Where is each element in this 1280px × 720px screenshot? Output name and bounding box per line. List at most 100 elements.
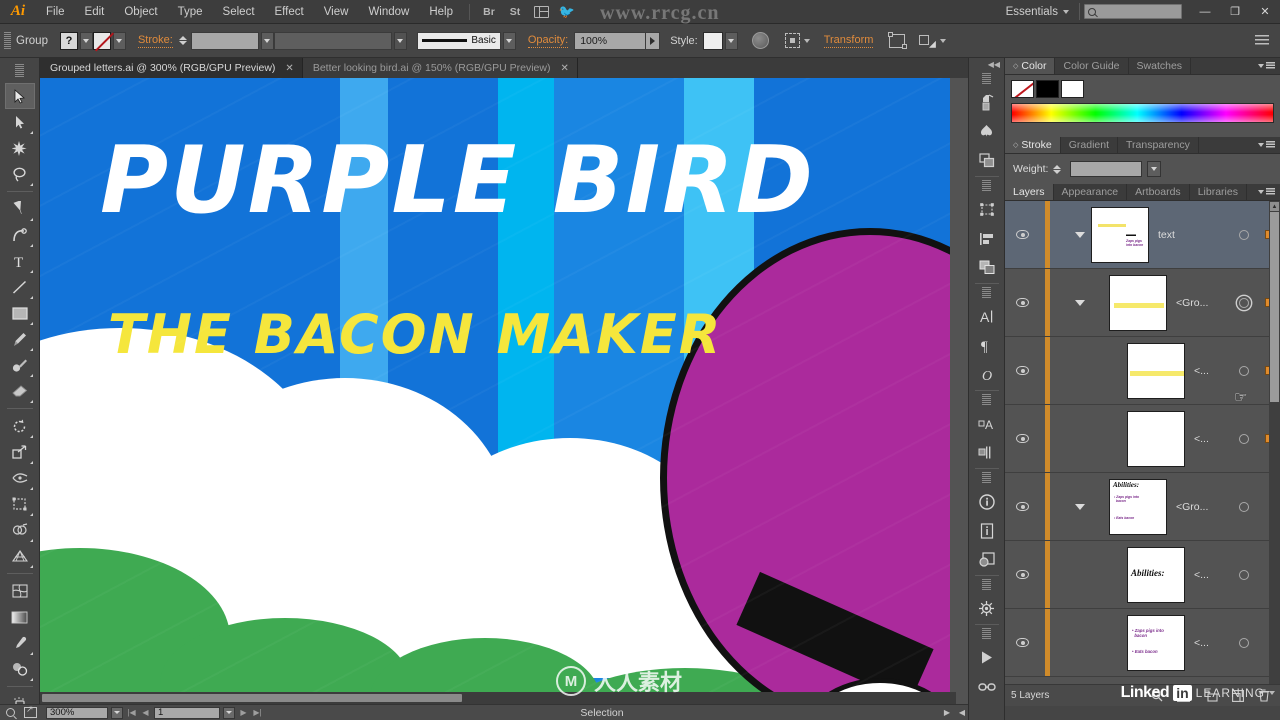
eyedropper-tool[interactable] [5, 630, 35, 656]
menu-help[interactable]: Help [419, 0, 463, 24]
stroke-swatch[interactable] [92, 31, 111, 50]
lock-toggle[interactable] [1039, 609, 1069, 676]
pathfinder-icon[interactable] [972, 253, 1002, 282]
dock-gripper[interactable] [982, 472, 991, 484]
free-transform-tool[interactable] [5, 491, 35, 517]
layers-stack-icon[interactable] [972, 146, 1002, 175]
stock-icon[interactable]: St [502, 0, 528, 24]
zoom-level-input[interactable]: 300% [46, 706, 108, 719]
layers-panel-menu-icon[interactable] [1253, 184, 1280, 200]
info-icon[interactable] [972, 487, 1002, 516]
stroke-profile-dropdown[interactable] [393, 31, 407, 50]
document-tab-inactive[interactable]: Better looking bird.ai @ 150% (RGB/GPU P… [302, 58, 578, 78]
last-artboard-button[interactable]: ▶| [252, 707, 263, 719]
layer-name[interactable]: <... [1185, 433, 1230, 445]
tab-appearance[interactable]: Appearance [1053, 184, 1128, 200]
tab-color-guide[interactable]: Color Guide [1055, 58, 1129, 74]
stroke-weight-dropdown[interactable] [1147, 161, 1162, 177]
layer-thumbnail[interactable] [1109, 274, 1167, 331]
control-bar-gripper[interactable] [4, 31, 11, 50]
shape-builder-tool[interactable] [5, 517, 35, 543]
delete-layer-icon[interactable] [1258, 689, 1270, 702]
visibility-toggle[interactable] [1005, 638, 1039, 647]
fill-swatch[interactable]: ? [59, 31, 78, 50]
artboard[interactable]: PURPLE BIRD THE BACON MAKER [40, 78, 950, 704]
dock-gripper[interactable] [982, 73, 991, 85]
locate-object-icon[interactable] [1151, 690, 1163, 702]
gradient-tool[interactable] [5, 604, 35, 630]
color-panel-menu-icon[interactable] [1253, 58, 1280, 74]
target-indicator[interactable] [1230, 433, 1258, 444]
tab-color[interactable]: ◇ Color [1005, 58, 1056, 74]
visibility-toggle[interactable] [1005, 570, 1039, 579]
character-styles-icon[interactable]: A [972, 409, 1002, 438]
menu-object[interactable]: Object [114, 0, 167, 24]
layer-thumbnail[interactable]: Abilities: [1127, 546, 1185, 603]
opacity-flyout-icon[interactable] [646, 31, 661, 50]
actions-icon[interactable] [972, 643, 1002, 672]
align-icon[interactable] [972, 224, 1002, 253]
target-indicator[interactable] [1230, 297, 1258, 308]
graphic-style-swatch[interactable] [702, 31, 723, 50]
selection-tool[interactable] [4, 83, 35, 109]
line-segment-tool[interactable] [5, 274, 35, 300]
collapse-panels-icon[interactable]: ◀◀ [969, 58, 1004, 70]
eraser-tool[interactable] [5, 378, 35, 404]
layer-name[interactable]: <... [1185, 637, 1230, 649]
opacity-label[interactable]: Opacity: [527, 34, 569, 48]
table-row[interactable]: Abilities: • Zaps pigs into bacon • Eats… [1005, 473, 1280, 541]
rectangle-tool[interactable] [5, 300, 35, 326]
make-mask-icon[interactable] [1177, 689, 1190, 702]
dock-gripper[interactable] [982, 579, 991, 591]
minimize-button[interactable]: — [1190, 0, 1220, 24]
black-swatch[interactable] [1036, 80, 1059, 98]
layer-name[interactable]: text [1149, 229, 1230, 241]
menu-effect[interactable]: Effect [265, 0, 314, 24]
stroke-profile-field[interactable] [273, 31, 392, 50]
stroke-weight-field[interactable] [190, 31, 259, 50]
restore-button[interactable]: ❐ [1220, 0, 1250, 24]
close-icon[interactable]: ✕ [285, 63, 293, 74]
artboard-dropdown[interactable] [223, 706, 235, 719]
asset-export-icon[interactable] [972, 594, 1002, 623]
dock-gripper[interactable] [982, 180, 991, 192]
white-swatch[interactable] [1061, 80, 1084, 98]
dock-gripper[interactable] [982, 394, 991, 406]
rotate-tool[interactable] [5, 413, 35, 439]
new-layer-icon[interactable] [1232, 689, 1244, 702]
share-icon[interactable] [24, 704, 37, 718]
transform-icon[interactable] [972, 195, 1002, 224]
table-row[interactable]: ▬▬ Zaps pigs into bacon text [1005, 201, 1280, 269]
scroll-up-icon[interactable]: ▲ [1270, 202, 1279, 211]
menu-edit[interactable]: Edit [75, 0, 115, 24]
blend-tool[interactable] [5, 656, 35, 682]
expand-triangle-icon[interactable] [1069, 231, 1091, 238]
align-icon[interactable] [784, 33, 800, 48]
color-spectrum-ramp[interactable] [1011, 103, 1274, 123]
status-flyout-icon[interactable]: ▶ [941, 707, 953, 719]
zoom-dropdown[interactable] [111, 706, 123, 719]
visibility-toggle[interactable] [1005, 434, 1039, 443]
document-info-icon[interactable] [972, 516, 1002, 545]
lock-toggle[interactable] [1039, 541, 1069, 608]
brush-dropdown[interactable] [502, 31, 516, 50]
brushes-icon[interactable] [972, 88, 1002, 117]
lock-toggle[interactable] [1039, 201, 1069, 268]
tab-transparency[interactable]: Transparency [1118, 137, 1199, 153]
layer-thumbnail[interactable] [1127, 410, 1185, 467]
scrollbar-thumb[interactable] [1270, 212, 1279, 402]
layers-list[interactable]: ▬▬ Zaps pigs into bacon text <Gro... <..… [1005, 201, 1280, 684]
links-icon[interactable] [972, 545, 1002, 574]
control-panel-menu-icon[interactable] [1255, 34, 1269, 47]
menu-file[interactable]: File [36, 0, 75, 24]
status-resize-icon[interactable]: ◀ [956, 707, 968, 719]
expand-triangle-icon[interactable] [1069, 299, 1091, 306]
table-row[interactable]: • Zaps pigs into bacon • Eats bacon <... [1005, 609, 1280, 677]
recolor-artwork-icon[interactable] [751, 32, 769, 49]
search-input[interactable] [1084, 4, 1182, 19]
visibility-toggle[interactable] [1005, 366, 1039, 375]
lasso-tool[interactable] [5, 161, 35, 187]
magic-wand-tool[interactable] [5, 135, 35, 161]
menu-window[interactable]: Window [358, 0, 419, 24]
tab-swatches[interactable]: Swatches [1128, 58, 1192, 74]
